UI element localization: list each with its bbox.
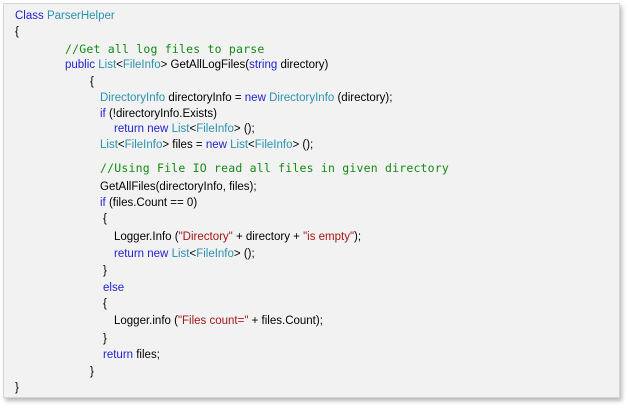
code-token: > files = <box>162 138 206 151</box>
code-line: } <box>90 365 94 379</box>
code-type: FileInfo <box>122 59 161 72</box>
code-token: } <box>15 382 19 394</box>
code-keyword: new <box>244 92 266 105</box>
code-type: List <box>230 138 249 151</box>
code-token: directoryInfo = <box>165 92 245 105</box>
code-line: return new List<FileInfo> (); <box>114 247 255 261</box>
code-token: (files.Count == 0) <box>105 196 198 209</box>
code-type: List <box>98 59 117 72</box>
code-keyword: new <box>205 138 227 151</box>
code-keyword: else <box>103 281 125 294</box>
code-token: > (); <box>292 138 314 151</box>
code-type: List <box>100 138 118 151</box>
code-type: FileInfo <box>196 247 234 260</box>
code-line: else <box>103 281 124 295</box>
code-token: { <box>15 26 19 39</box>
code-token: + directory + <box>232 230 304 243</box>
code-token: } <box>103 265 107 278</box>
code-type: List <box>171 123 190 136</box>
code-keyword: new <box>147 247 169 260</box>
code-keyword: new <box>147 123 169 136</box>
code-keyword: Class <box>15 10 44 22</box>
code-line: return files; <box>103 348 160 362</box>
code-token: } <box>90 365 94 378</box>
code-keyword: string <box>249 59 278 72</box>
code-line: Logger.info ("Files count=" + files.Coun… <box>114 314 323 328</box>
code-snippet-panel: Class ParserHelper { //Get all log files… <box>3 3 620 398</box>
code-line: { <box>90 75 94 89</box>
code-comment: //Get all log files to parse <box>65 42 264 56</box>
code-string: "is empty" <box>303 230 355 243</box>
code-token: ); <box>354 230 362 243</box>
code-line: { <box>103 297 107 311</box>
code-token: + files.Count); <box>248 315 323 328</box>
code-token: Logger.info ( <box>114 315 178 328</box>
code-keyword: return <box>114 123 145 136</box>
code-type: FileInfo <box>124 138 163 151</box>
code-token: { <box>90 75 94 88</box>
code-line: } <box>103 332 107 346</box>
code-token: > (); <box>233 247 255 260</box>
code-token: directory) <box>277 59 329 72</box>
code-token: < <box>116 59 123 72</box>
code-token: > GetAllLogFiles( <box>160 59 250 72</box>
code-line: { <box>103 212 107 226</box>
code-keyword: public <box>65 59 96 72</box>
code-type: FileInfo <box>196 123 234 136</box>
code-line: public List<FileInfo> GetAllLogFiles(str… <box>65 58 328 72</box>
code-type: FileInfo <box>254 138 293 151</box>
code-token: { <box>103 213 107 226</box>
code-keyword: return <box>103 349 134 362</box>
code-token: } <box>103 332 107 345</box>
code-keyword: return <box>114 247 145 260</box>
code-type: ParserHelper <box>46 10 115 22</box>
code-string: "Directory" <box>178 230 233 243</box>
code-line: if (files.Count == 0) <box>100 196 197 210</box>
code-token: files; <box>133 349 160 362</box>
code-string: "Files count=" <box>177 315 249 328</box>
code-line: if (!directoryInfo.Exists) <box>100 107 217 121</box>
code-token: < <box>248 138 255 151</box>
code-token: GetAllFiles(directoryInfo, files); <box>100 180 257 193</box>
code-line: return new List<FileInfo> (); <box>114 122 255 136</box>
code-line: List<FileInfo> files = new List<FileInfo… <box>100 138 313 152</box>
code-token: { <box>103 298 107 311</box>
code-line: GetAllFiles(directoryInfo, files); <box>100 180 257 194</box>
code-comment: //Using File IO read all files in given … <box>100 161 449 175</box>
code-line: } <box>103 264 107 278</box>
code-type: DirectoryInfo <box>100 92 166 105</box>
code-token: (!directoryInfo.Exists) <box>105 107 217 120</box>
code-line: } <box>15 381 19 395</box>
code-type: DirectoryInfo <box>269 92 335 105</box>
code-token: < <box>117 138 125 151</box>
code-comment-text: //Get all log files to parse <box>65 41 265 56</box>
code-line: { <box>15 25 19 39</box>
code-line: DirectoryInfo directoryInfo = new Direct… <box>100 91 392 105</box>
code-line: Logger.Info ("Directory" + directory + "… <box>114 230 361 244</box>
code-token: (directory); <box>334 92 393 105</box>
code-token: > (); <box>233 123 255 136</box>
code-line: Class ParserHelper <box>15 9 115 23</box>
code-comment-text: //Using File IO read all files in given … <box>100 161 450 176</box>
code-type: List <box>171 247 190 260</box>
code-token: Logger.Info ( <box>114 230 179 243</box>
